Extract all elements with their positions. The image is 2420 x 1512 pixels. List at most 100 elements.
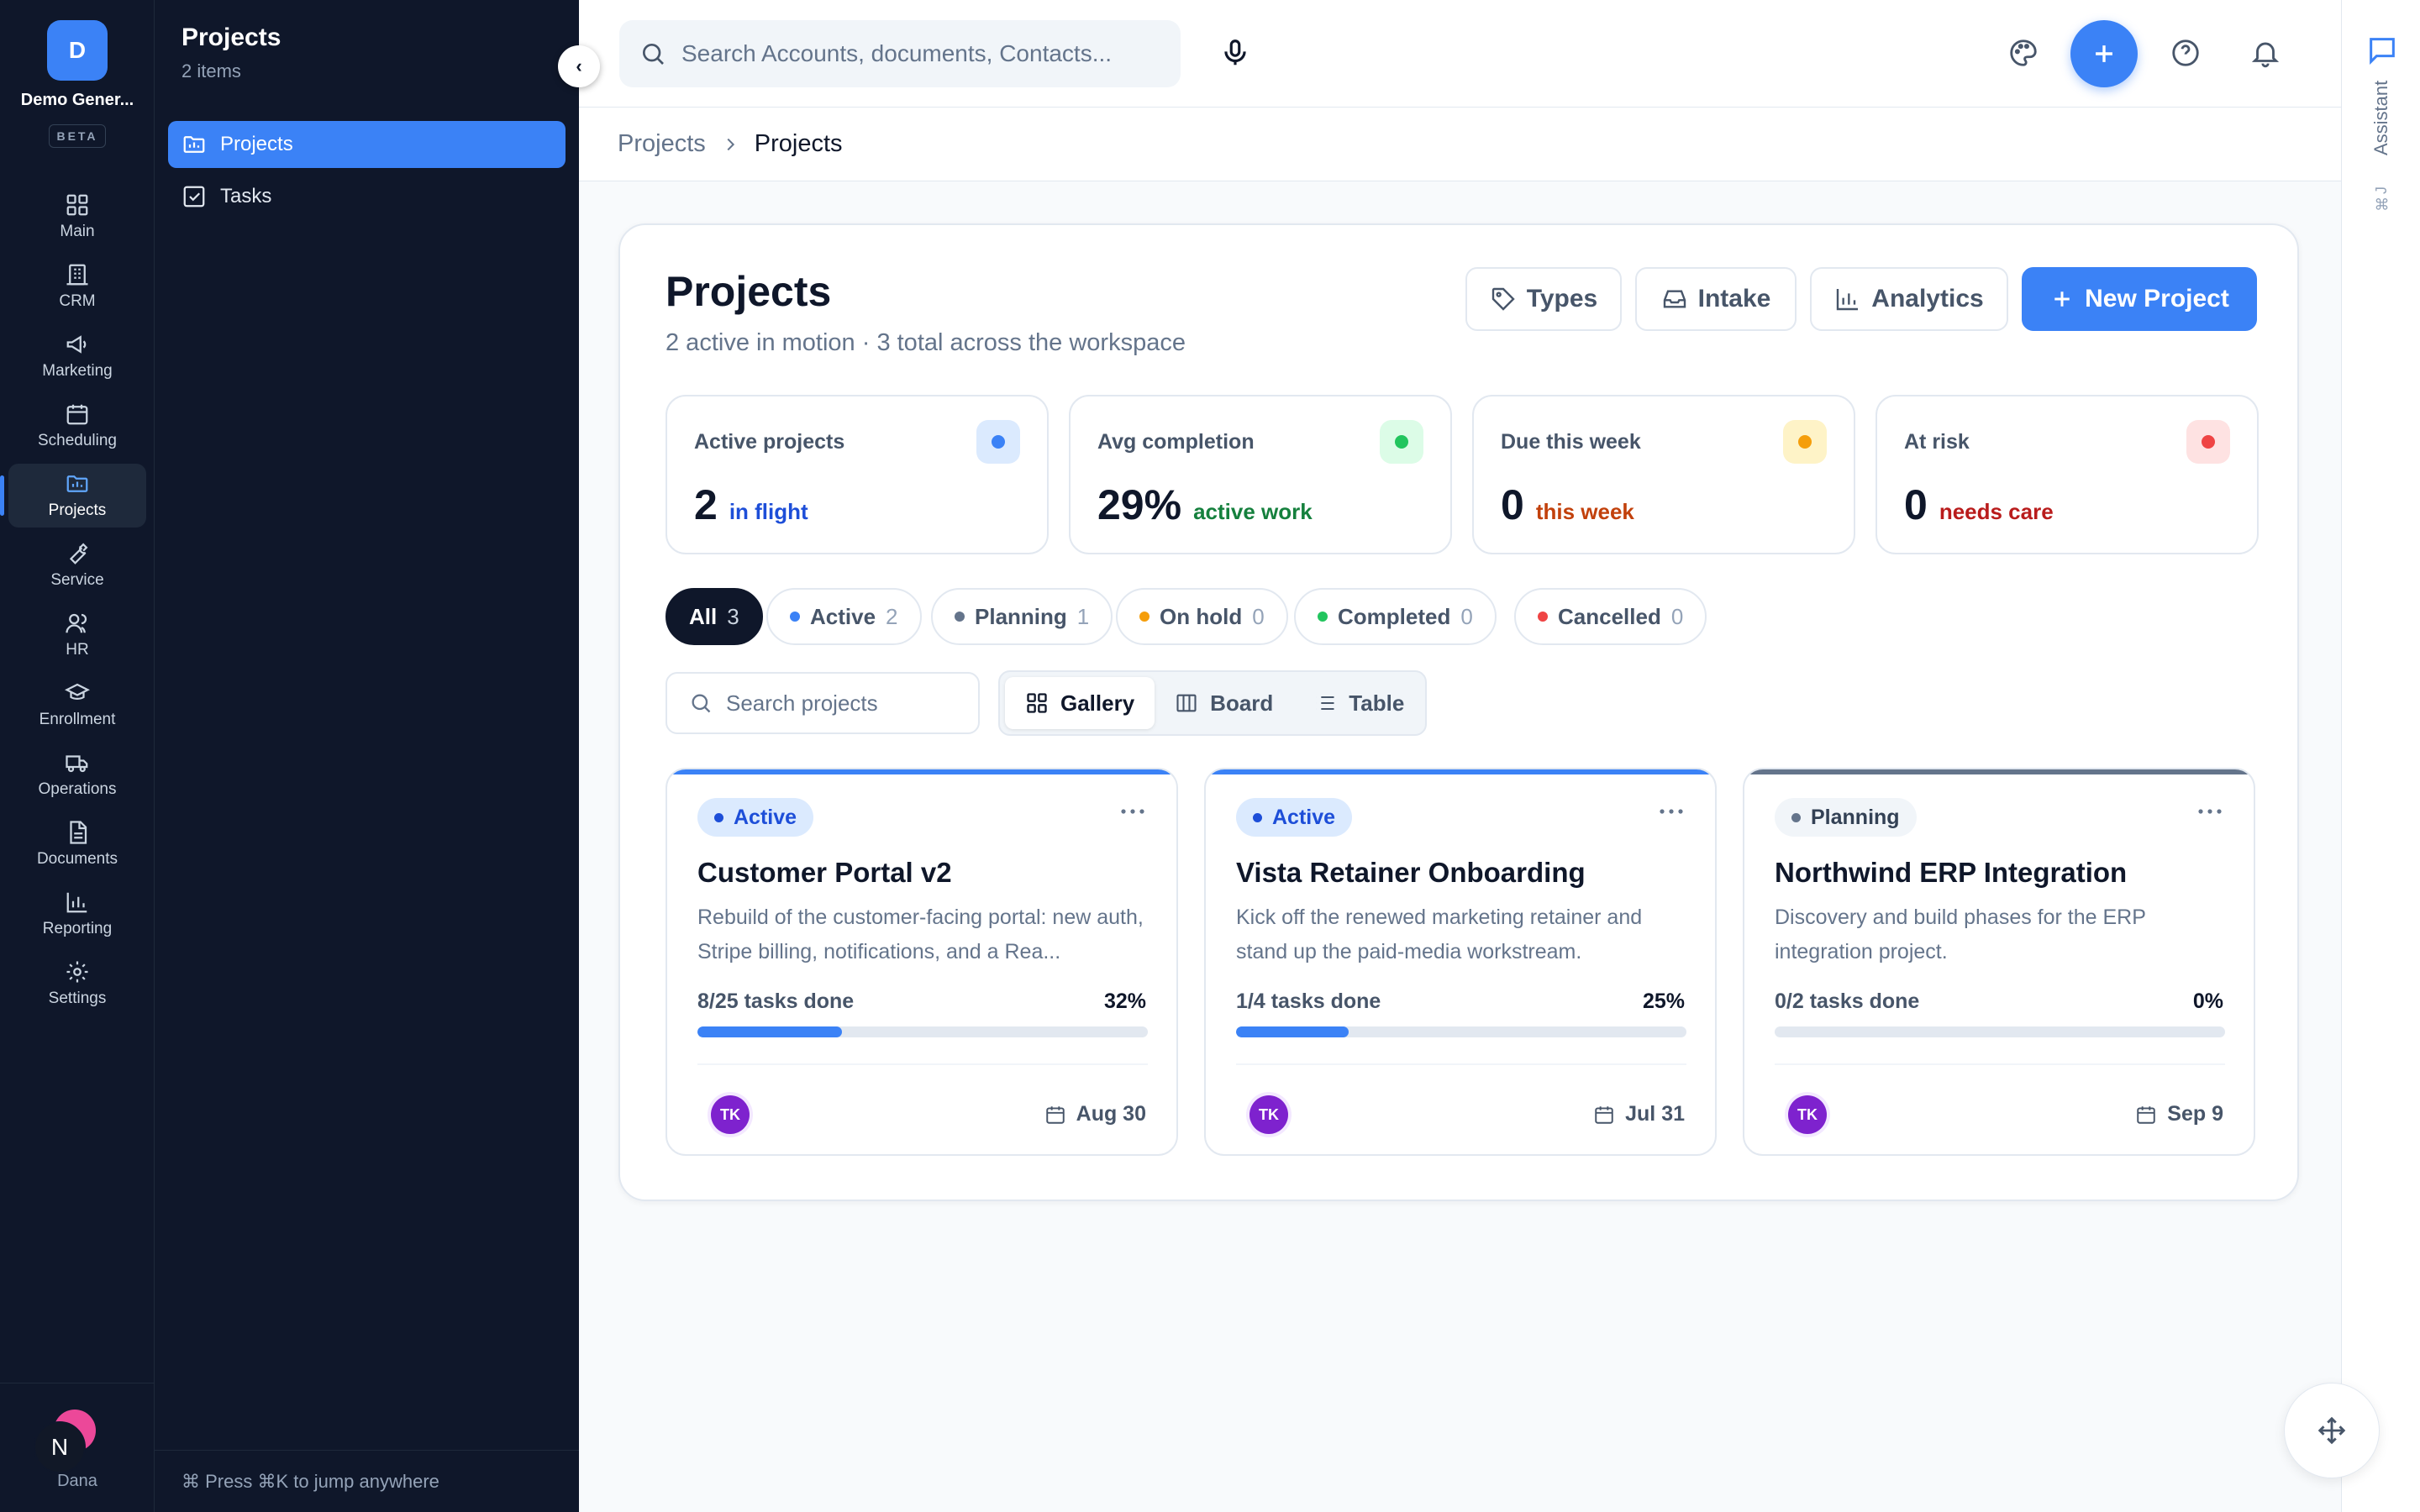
stat-value: 2 (694, 481, 718, 528)
view-label: Board (1210, 690, 1274, 716)
checkbox-icon (183, 186, 205, 207)
global-search[interactable] (619, 20, 1181, 87)
columns-icon (1176, 694, 1197, 712)
intake-button-label: Intake (1697, 285, 1771, 312)
rail-item-crm[interactable]: CRM (8, 255, 146, 318)
types-button[interactable]: Types (1465, 267, 1622, 331)
global-search-input[interactable] (681, 40, 1152, 67)
move-icon (2317, 1416, 2346, 1445)
notifications-button[interactable] (2249, 37, 2281, 69)
stat-card-active-projects: Active projects 2 in flight (666, 395, 1049, 554)
rail-item-settings[interactable]: Settings (8, 952, 146, 1016)
project-search-input[interactable] (726, 690, 961, 717)
user-name[interactable]: Dana (0, 1472, 155, 1491)
filter-chip-all[interactable]: All 3 (666, 588, 763, 645)
stat-card-avg-completion: Avg completion 29% active work (1069, 395, 1452, 554)
project-search[interactable] (666, 672, 980, 734)
user-avatar[interactable]: N (34, 1410, 96, 1477)
breadcrumb-parent-link[interactable]: Projects (618, 130, 706, 158)
rail-item-enrollment[interactable]: Enrollment (8, 673, 146, 737)
new-project-button[interactable]: New Project (2022, 267, 2257, 331)
status-badge-label: Active (734, 805, 797, 829)
help-circle-icon (2172, 39, 2199, 66)
card-menu-button[interactable] (2196, 806, 2223, 816)
owner-avatar[interactable]: TK (1788, 1095, 1827, 1134)
theme-button[interactable] (2007, 37, 2039, 69)
intake-button[interactable]: Intake (1635, 267, 1797, 331)
users-icon (66, 613, 87, 633)
workspace-logo[interactable]: D (47, 20, 108, 81)
rail-item-label: Main (60, 223, 95, 240)
rail-item-main[interactable]: Main (8, 185, 146, 249)
folder-chart-icon (66, 475, 88, 492)
plus-icon (2054, 291, 2070, 307)
chip-label: On hold (1160, 603, 1243, 629)
chip-count: 0 (1252, 603, 1265, 629)
sidebar-item-tasks[interactable]: Tasks (168, 173, 566, 220)
breadcrumb: Projects Projects (579, 108, 2341, 181)
voice-search-button[interactable] (1219, 37, 1251, 69)
card-menu-button[interactable] (1119, 806, 1146, 816)
progress-percent: 0% (2192, 990, 2223, 1013)
status-dot (1783, 420, 1827, 464)
list-icon (1316, 696, 1334, 711)
drag-handle-button[interactable] (2284, 1383, 2380, 1478)
chip-label: Active (810, 603, 876, 629)
help-button[interactable] (2170, 37, 2202, 69)
rail-item-reporting[interactable]: Reporting (8, 882, 146, 946)
workspace-name[interactable]: Demo Gener... (0, 91, 155, 110)
stat-value: 0 (1501, 481, 1524, 528)
stat-note: in flight (729, 499, 808, 524)
project-title[interactable]: Vista Retainer Onboarding (1236, 857, 1586, 889)
view-table-button[interactable]: Table (1293, 677, 1424, 729)
page-title: Projects (666, 268, 832, 315)
due-date-label: Aug 30 (1076, 1102, 1146, 1126)
rail-item-documents[interactable]: Documents (8, 812, 146, 876)
search-icon (643, 44, 664, 65)
stat-label: Avg completion (1097, 430, 1255, 454)
rail-item-label: Documents (36, 850, 118, 868)
rail-item-marketing[interactable]: Marketing (8, 324, 146, 388)
status-badge-label: Planning (1811, 805, 1900, 829)
filter-chip-cancelled[interactable]: Cancelled 0 (1514, 588, 1707, 645)
stat-value: 29% (1097, 481, 1182, 528)
view-board-button[interactable]: Board (1155, 677, 1293, 729)
filter-chip-completed[interactable]: Completed 0 (1294, 588, 1497, 645)
collapse-sidebar-button[interactable]: ‹ (558, 45, 600, 87)
assistant-panel-toggle[interactable]: Assistant ⌘J (2341, 0, 2420, 1512)
chip-label: Completed (1338, 603, 1451, 629)
project-title[interactable]: Northwind ERP Integration (1775, 857, 2127, 889)
rail-item-label: HR (66, 641, 89, 659)
stat-note: active work (1193, 499, 1313, 524)
owner-avatar[interactable]: TK (711, 1095, 750, 1134)
projects-panel: Projects 2 active in motion · 3 total ac… (618, 223, 2299, 1201)
view-gallery-button[interactable]: Gallery (1005, 677, 1155, 729)
project-card-northwind-erp[interactable]: Planning Northwind ERP Integration Disco… (1743, 768, 2255, 1156)
rail-item-scheduling[interactable]: Scheduling (8, 394, 146, 458)
project-card-vista-retainer[interactable]: Active Vista Retainer Onboarding Kick of… (1204, 768, 1717, 1156)
chip-count: 1 (1076, 603, 1090, 629)
analytics-button[interactable]: Analytics (1810, 267, 2008, 331)
filter-chip-on-hold[interactable]: On hold 0 (1116, 588, 1288, 645)
analytics-button-label: Analytics (1871, 285, 1984, 312)
quick-create-button[interactable] (2070, 20, 2138, 87)
rail-item-service[interactable]: Service (8, 533, 146, 597)
rail-item-label: Marketing (42, 362, 113, 380)
rail-item-operations[interactable]: Operations (8, 743, 146, 806)
filter-chip-planning[interactable]: Planning 1 (931, 588, 1113, 645)
tasks-done: 0/2 tasks done (1775, 990, 1920, 1013)
status-dot (955, 612, 965, 622)
rail-item-hr[interactable]: HR (8, 603, 146, 667)
rail-item-projects[interactable]: Projects (0, 464, 146, 528)
beta-badge: BETA (49, 124, 106, 148)
owner-avatar[interactable]: TK (1249, 1095, 1288, 1134)
document-icon (70, 821, 87, 844)
tasks-done: 8/25 tasks done (697, 990, 855, 1013)
project-card-customer-portal[interactable]: Active Customer Portal v2 Rebuild of the… (666, 768, 1178, 1156)
card-menu-button[interactable] (1658, 806, 1685, 816)
status-badge-label: Active (1272, 805, 1336, 829)
filter-chip-active[interactable]: Active 2 (766, 588, 922, 645)
project-title[interactable]: Customer Portal v2 (697, 857, 952, 889)
sidebar-item-projects[interactable]: Projects (168, 121, 566, 168)
bar-chart-icon (66, 892, 87, 913)
